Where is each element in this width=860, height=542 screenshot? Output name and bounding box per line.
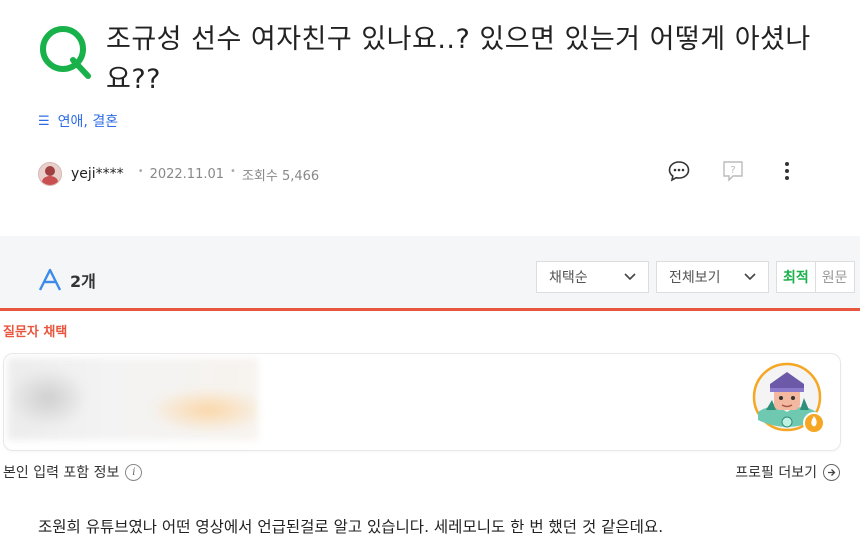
chevron-down-icon [624,273,636,281]
report-icon[interactable]: ? [720,158,746,184]
info-icon[interactable]: i [125,463,143,481]
question-title: 조규성 선수 여자친구 있나요..? 있으면 있는거 어떻게 아셨나요?? [106,24,811,95]
author-name[interactable]: yeji**** [71,166,124,182]
toggle-optimal[interactable]: 최적 [777,262,816,292]
answer-a-icon [38,268,62,291]
chevron-down-icon [744,273,756,281]
answerer-profile-card[interactable] [3,353,841,451]
selected-divider [0,308,860,311]
info-label: 본인 입력 포함 정보 [3,465,120,481]
svg-text:?: ? [730,165,735,176]
translation-toggle: 최적 원문 [776,261,855,293]
blurred-profile-info [8,358,258,440]
comment-icon[interactable] [666,158,692,184]
profile-more-label: 프로필 더보기 [735,465,817,481]
answer-body: 조원희 유튜브였나 어떤 영상에서 언급된걸로 알고 있습니다. 세레모니도 한… [38,518,664,536]
sort-select[interactable]: 채택순 [536,261,649,293]
sort-select-value: 채택순 [549,270,588,286]
view-select[interactable]: 전체보기 [656,261,769,293]
category-link[interactable]: ☰ 연애, 결혼 [38,111,118,131]
answerer-avatar[interactable] [752,362,826,436]
more-options-icon[interactable] [774,158,800,184]
separator-dot: • [230,165,236,177]
arrow-right-icon [823,463,840,481]
view-count: 조회수 5,466 [241,168,320,184]
toggle-original[interactable]: 원문 [816,262,854,292]
post-date: 2022.11.01 [149,166,225,182]
view-select-value: 전체보기 [669,270,721,286]
question-meta: yeji**** • 2022.11.01 • 조회수 5,466 [38,161,319,187]
question-actions: ? [666,158,800,184]
selected-by-asker-label: 질문자 채택 [3,325,68,340]
category-label: 연애, 결혼 [57,114,119,130]
menu-icon: ☰ [38,113,50,129]
profile-info-note: 본인 입력 포함 정보 i [3,462,143,482]
answer-count: 2개 [70,272,96,291]
profile-more-link[interactable]: 프로필 더보기 [735,462,840,482]
question-q-icon [40,26,91,79]
author-avatar[interactable] [38,162,62,186]
separator-dot: • [137,165,144,177]
